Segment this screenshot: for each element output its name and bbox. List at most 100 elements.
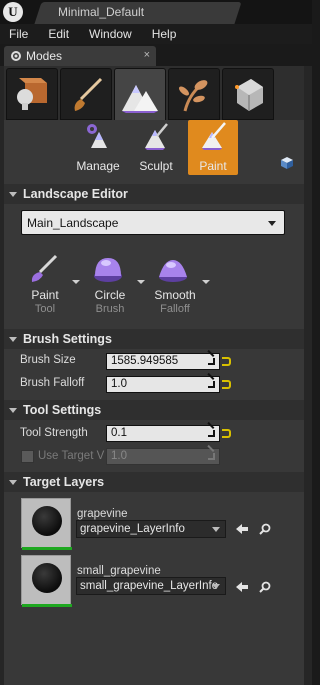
- material-sphere-icon: [32, 506, 62, 536]
- subtool-sculpt-label: Sculpt: [139, 159, 173, 173]
- close-icon[interactable]: ×: [144, 49, 150, 61]
- search-icon[interactable]: [259, 581, 271, 593]
- mode-toolbar: [4, 66, 304, 122]
- menu-file[interactable]: File: [9, 27, 28, 41]
- place-mode-icon: [17, 78, 47, 110]
- resize-grip-icon: [208, 453, 215, 460]
- collapse-arrow-icon: [9, 407, 17, 413]
- falloff-smooth-label: Smooth: [154, 288, 196, 302]
- resize-grip-icon[interactable]: [208, 430, 215, 437]
- brush-size-label: Brush Size: [20, 354, 76, 366]
- modes-tab-label: Modes: [26, 49, 63, 63]
- layer-thumbnail-grapevine[interactable]: [21, 498, 72, 550]
- brush-size-value: 1585.949585: [111, 355, 179, 367]
- paint-mode-icon: [74, 77, 103, 111]
- tool-settings-header[interactable]: Tool Settings: [4, 400, 304, 420]
- sculpt-icon: [145, 123, 168, 150]
- use-target-checkbox[interactable]: [21, 450, 34, 463]
- chevron-down-icon: [202, 280, 210, 284]
- chevron-down-icon: [212, 584, 220, 589]
- brush-settings-header[interactable]: Brush Settings: [4, 329, 304, 349]
- tool-paint-button[interactable]: Paint Tool: [20, 250, 84, 318]
- landscape-select[interactable]: Main_Landscape: [21, 210, 285, 235]
- unreal-logo-icon: U: [3, 2, 23, 22]
- reset-to-default-icon[interactable]: [222, 357, 231, 366]
- brush-falloff-label: Brush Falloff: [20, 377, 85, 389]
- tool-paint-label: Paint: [31, 288, 59, 302]
- tool-strength-input[interactable]: 0.1: [106, 425, 220, 442]
- brush-falloff-input[interactable]: 1.0: [106, 376, 220, 393]
- use-target-label: Use Target V: [38, 450, 105, 462]
- smooth-falloff-icon: [159, 260, 187, 282]
- reset-to-default-icon[interactable]: [222, 380, 231, 389]
- layer-weight-bar: [22, 604, 72, 607]
- manage-icon: [87, 124, 107, 148]
- brush-settings-title: Brush Settings: [23, 332, 112, 346]
- mode-button-foliage[interactable]: [168, 68, 220, 120]
- mode-button-mesh-paint[interactable]: [60, 68, 112, 120]
- foliage-mode-icon: [179, 80, 208, 112]
- layer-weight-bar: [22, 547, 72, 550]
- target-layers-title: Target Layers: [23, 475, 105, 489]
- subtool-manage-label: Manage: [76, 159, 120, 173]
- circle-brush-icon: [94, 258, 122, 282]
- brush-circle-label: Circle: [94, 288, 126, 302]
- collapse-arrow-icon: [9, 191, 17, 197]
- falloff-smooth-sublabel: Falloff: [160, 303, 190, 315]
- brush-circle-sublabel: Brush: [95, 303, 125, 315]
- layer-name-small-grapevine: small_grapevine: [77, 565, 161, 577]
- tool-settings-title: Tool Settings: [23, 403, 102, 417]
- reset-to-default-icon[interactable]: [222, 429, 231, 438]
- modes-icon: [11, 51, 21, 61]
- menu-edit[interactable]: Edit: [48, 27, 69, 41]
- arrow-left-icon[interactable]: [236, 582, 248, 592]
- menu-help[interactable]: Help: [152, 27, 177, 41]
- landscape-mode-icon: [122, 84, 158, 113]
- menu-window[interactable]: Window: [89, 27, 132, 41]
- resize-grip-icon[interactable]: [208, 358, 215, 365]
- subtool-manage[interactable]: Manage: [73, 120, 123, 175]
- mode-button-landscape[interactable]: [114, 68, 166, 122]
- use-target-value: 1.0: [111, 450, 127, 462]
- paint-brush-icon: [31, 254, 58, 282]
- layer-info-select-small-grapevine[interactable]: small_grapevine_LayerInfo: [76, 577, 226, 595]
- brush-size-input[interactable]: 1585.949585: [106, 353, 220, 370]
- chevron-down-icon: [137, 280, 145, 284]
- use-target-input: 1.0: [106, 448, 220, 465]
- chevron-down-icon: [72, 280, 80, 284]
- collapse-arrow-icon: [9, 336, 17, 342]
- chevron-down-icon: [268, 220, 276, 226]
- subtool-paint[interactable]: Paint: [188, 120, 238, 175]
- falloff-smooth-button[interactable]: Smooth Falloff: [150, 250, 214, 318]
- arrow-left-icon[interactable]: [236, 524, 248, 534]
- search-icon[interactable]: [259, 523, 271, 535]
- landscape-select-value: Main_Landscape: [27, 215, 119, 230]
- layer-name-grapevine: grapevine: [77, 508, 128, 520]
- geometry-mode-icon: [235, 79, 263, 111]
- resize-grip-icon[interactable]: [208, 381, 215, 388]
- menu-bar: File Edit Window Help: [0, 24, 312, 44]
- layer-info-value: grapevine_LayerInfo: [80, 523, 185, 535]
- paint-icon: [202, 122, 226, 150]
- subtool-sculpt[interactable]: Sculpt: [131, 120, 181, 175]
- tool-strength-label: Tool Strength: [20, 427, 88, 439]
- tool-strength-value: 0.1: [111, 427, 127, 439]
- layer-info-value: small_grapevine_LayerInfo: [80, 580, 219, 592]
- layer-info-select-grapevine[interactable]: grapevine_LayerInfo: [76, 520, 226, 538]
- subtool-paint-label: Paint: [199, 159, 227, 173]
- layer-thumbnail-small-grapevine[interactable]: [21, 555, 72, 607]
- tool-paint-sublabel: Tool: [34, 303, 56, 315]
- target-layers-header[interactable]: Target Layers: [4, 472, 304, 492]
- brush-falloff-value: 1.0: [111, 378, 127, 390]
- modes-tab[interactable]: Modes ×: [4, 46, 156, 66]
- mode-button-geometry[interactable]: [222, 68, 274, 120]
- window-title: Minimal_Default: [58, 5, 145, 19]
- brush-circle-button[interactable]: Circle Brush: [85, 250, 149, 318]
- mode-button-place[interactable]: [6, 68, 58, 120]
- landscape-editor-title: Landscape Editor: [23, 187, 128, 201]
- collapse-arrow-icon: [9, 479, 17, 485]
- landscape-options-cube-icon[interactable]: [280, 156, 294, 170]
- material-sphere-icon: [32, 563, 62, 593]
- landscape-editor-header[interactable]: Landscape Editor: [4, 184, 304, 204]
- title-bar: U Minimal_Default: [0, 0, 312, 24]
